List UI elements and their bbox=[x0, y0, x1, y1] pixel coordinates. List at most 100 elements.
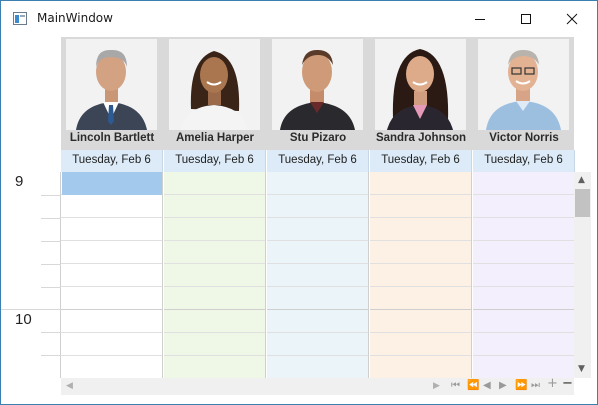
resource-photo bbox=[169, 39, 260, 130]
time-slot-line bbox=[370, 332, 471, 333]
time-slot-line bbox=[370, 240, 471, 241]
last-page-icon[interactable]: ⏭ bbox=[531, 380, 540, 392]
time-slot-line bbox=[473, 194, 574, 195]
time-slot-line bbox=[164, 355, 265, 356]
time-slot-line bbox=[267, 286, 368, 287]
resource-header-victor-norris[interactable]: Victor Norris bbox=[473, 37, 575, 150]
resource-column[interactable] bbox=[370, 172, 472, 378]
date-header-row: Tuesday, Feb 6 Tuesday, Feb 6 Tuesday, F… bbox=[1, 150, 597, 172]
date-navigation: ⏮ ⏪ ◀ ▶ ⏩ ⏭ + − bbox=[445, 377, 577, 395]
date-header[interactable]: Tuesday, Feb 6 bbox=[164, 150, 266, 172]
ruler-tick bbox=[41, 218, 61, 219]
main-window: MainWindow Lincoln Bartlett Amelia Harpe… bbox=[0, 0, 598, 405]
time-slot-line bbox=[473, 332, 574, 333]
maximize-button[interactable] bbox=[503, 1, 549, 37]
hour-label: 10 bbox=[15, 311, 32, 328]
resource-header-sandra-johnson[interactable]: Sandra Johnson bbox=[370, 37, 472, 150]
scroll-down-icon[interactable]: ▼ bbox=[578, 364, 585, 374]
date-header[interactable]: Tuesday, Feb 6 bbox=[370, 150, 472, 172]
date-header[interactable]: Tuesday, Feb 6 bbox=[61, 150, 163, 172]
next-icon[interactable]: ▶ bbox=[499, 380, 507, 392]
ruler-tick bbox=[41, 264, 61, 265]
resource-column[interactable] bbox=[164, 172, 266, 378]
time-slot-line bbox=[473, 263, 574, 264]
time-slot-line bbox=[473, 240, 574, 241]
time-slot-line bbox=[61, 355, 162, 356]
prev-icon[interactable]: ◀ bbox=[483, 380, 491, 392]
scroll-up-icon[interactable]: ▲ bbox=[578, 175, 585, 185]
time-slot-line bbox=[61, 309, 162, 310]
close-button[interactable] bbox=[549, 1, 595, 37]
resource-header-stu-pizaro[interactable]: Stu Pizaro bbox=[267, 37, 369, 150]
zoom-in-icon[interactable]: + bbox=[547, 377, 558, 390]
maximize-icon bbox=[521, 14, 531, 24]
time-slot-line bbox=[370, 355, 471, 356]
ruler-tick bbox=[41, 195, 61, 196]
resource-column[interactable] bbox=[267, 172, 369, 378]
scheduler-control: Lincoln Bartlett Amelia Harper Stu Pizar… bbox=[1, 37, 597, 404]
scroll-thumb[interactable] bbox=[575, 189, 590, 217]
resource-photo bbox=[272, 39, 363, 130]
first-page-icon[interactable]: ⏮ bbox=[451, 380, 460, 392]
vertical-scrollbar[interactable]: ▲ ▼ bbox=[574, 172, 591, 378]
header-gutter bbox=[574, 37, 597, 150]
time-slot-line bbox=[267, 355, 368, 356]
resource-header-lincoln-bartlett[interactable]: Lincoln Bartlett bbox=[61, 37, 163, 150]
minimize-icon bbox=[475, 19, 485, 20]
time-slot-line bbox=[473, 355, 574, 356]
date-header[interactable]: Tuesday, Feb 6 bbox=[267, 150, 369, 172]
zoom-out-icon[interactable]: − bbox=[562, 377, 573, 390]
time-slot-line bbox=[473, 217, 574, 218]
time-slot-line bbox=[164, 217, 265, 218]
time-ruler: 9 10 bbox=[1, 172, 61, 378]
hour-label: 9 bbox=[15, 173, 24, 190]
title-bar[interactable]: MainWindow bbox=[1, 1, 597, 37]
resource-name: Amelia Harper bbox=[176, 132, 254, 144]
resource-header-amelia-harper[interactable]: Amelia Harper bbox=[164, 37, 266, 150]
time-slot-line bbox=[61, 263, 162, 264]
selected-time-cell[interactable] bbox=[62, 172, 162, 195]
time-slot-line bbox=[61, 240, 162, 241]
minimize-button[interactable] bbox=[457, 1, 503, 37]
resource-name: Stu Pizaro bbox=[289, 132, 347, 144]
window-title: MainWindow bbox=[37, 11, 113, 25]
time-slot-line bbox=[61, 332, 162, 333]
time-slot-line bbox=[267, 240, 368, 241]
ruler-tick bbox=[41, 355, 61, 356]
resource-photo bbox=[66, 39, 157, 130]
ruler-tick bbox=[41, 332, 61, 333]
resource-header: Lincoln Bartlett Amelia Harper Stu Pizar… bbox=[1, 37, 597, 150]
scroll-left-icon[interactable]: ◀ bbox=[66, 381, 73, 391]
date-header[interactable]: Tuesday, Feb 6 bbox=[473, 150, 575, 172]
resource-column[interactable] bbox=[473, 172, 574, 378]
resource-name: Victor Norris bbox=[489, 132, 559, 144]
time-slot-line bbox=[370, 263, 471, 264]
resource-column[interactable] bbox=[61, 172, 163, 378]
time-slot-line bbox=[164, 309, 265, 310]
scroll-right-icon[interactable]: ▶ bbox=[433, 381, 440, 391]
time-slot-line bbox=[267, 194, 368, 195]
time-slot-line bbox=[473, 309, 574, 310]
time-slot-line bbox=[61, 286, 162, 287]
time-slot-line bbox=[267, 217, 368, 218]
resource-name: Sandra Johnson bbox=[375, 132, 467, 144]
time-slot-line bbox=[370, 217, 471, 218]
ruler-tick bbox=[41, 287, 61, 288]
time-slot-line bbox=[267, 332, 368, 333]
close-icon bbox=[566, 13, 578, 25]
header-corner bbox=[1, 37, 61, 150]
time-slot-line bbox=[473, 286, 574, 287]
next-page-icon[interactable]: ⏩ bbox=[515, 380, 527, 392]
time-slot-line bbox=[267, 263, 368, 264]
time-grid: 9 10 bbox=[1, 172, 574, 378]
prev-page-icon[interactable]: ⏪ bbox=[467, 380, 479, 392]
time-slot-line bbox=[267, 309, 368, 310]
time-slot-line bbox=[164, 194, 265, 195]
time-slot-line bbox=[370, 286, 471, 287]
time-slot-line bbox=[164, 263, 265, 264]
time-slot-line bbox=[370, 309, 471, 310]
resource-name: Lincoln Bartlett bbox=[69, 132, 155, 144]
time-slot-line bbox=[61, 217, 162, 218]
ruler-hour-line bbox=[1, 309, 61, 310]
time-slot-line bbox=[164, 286, 265, 287]
